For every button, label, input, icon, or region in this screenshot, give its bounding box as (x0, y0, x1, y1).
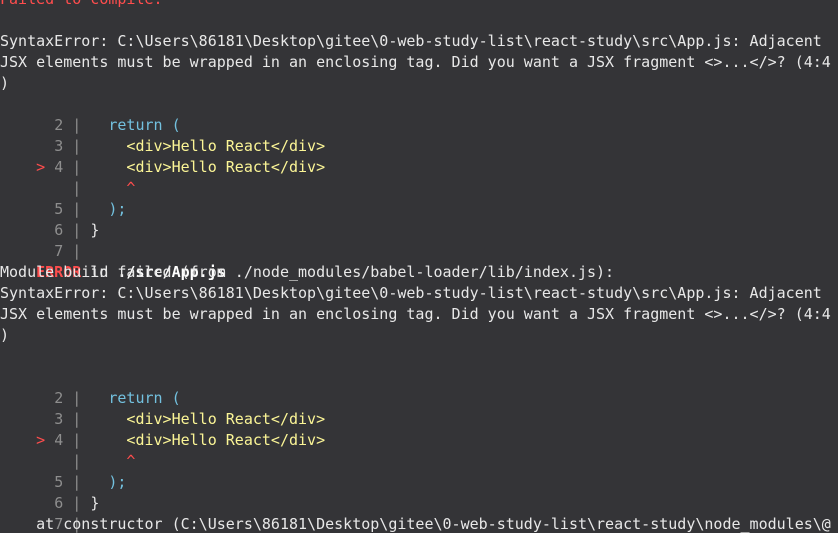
error-message-line: ) (0, 74, 10, 92)
code-frame-row: | ^ (0, 157, 135, 197)
code-frame-row: 2 | return ( (0, 367, 180, 407)
code-text: } (90, 221, 100, 239)
stack-trace-line: at constructor (C:\Users\86181\Desktop\g… (0, 515, 831, 533)
code-text: } (90, 494, 100, 512)
compile-failed-title: Failed to compile. (0, 0, 163, 10)
code-frame-row: 6 | } (0, 199, 99, 239)
module-build-failed-line: Module build failed (from ./node_modules… (0, 263, 615, 281)
code-frame-row: 7 | (0, 493, 81, 533)
code-frame-row: 6 | } (0, 472, 99, 512)
error-message-line: SyntaxError: C:\Users\86181\Desktop\gite… (0, 32, 822, 50)
code-frame-row: > 4 | <div>Hello React</div> (36, 431, 326, 449)
code-frame-row: | ^ (0, 430, 135, 470)
code-frame-row: 7 | (0, 220, 81, 260)
error-overlay: Failed to compile. SyntaxError: C:\Users… (0, 0, 838, 533)
error-message-line: JSX elements must be wrapped in an enclo… (0, 53, 831, 71)
error-message-line: JSX elements must be wrapped in an enclo… (0, 305, 831, 323)
code-frame-row: 5 | ); (0, 451, 126, 491)
code-frame-row: 2 | return ( (0, 94, 180, 134)
error-heading: ERROR in ./src/App.js (0, 241, 226, 281)
code-frame-row: 5 | ); (0, 178, 126, 218)
code-frame-row: 3 | <div>Hello React</div> (0, 115, 325, 155)
code-frame-row: > 4 | <div>Hello React</div> (36, 158, 326, 176)
code-frame-row: 3 | <div>Hello React</div> (0, 388, 325, 428)
error-message-line: ) (0, 326, 10, 344)
error-message-line: SyntaxError: C:\Users\86181\Desktop\gite… (0, 284, 822, 302)
